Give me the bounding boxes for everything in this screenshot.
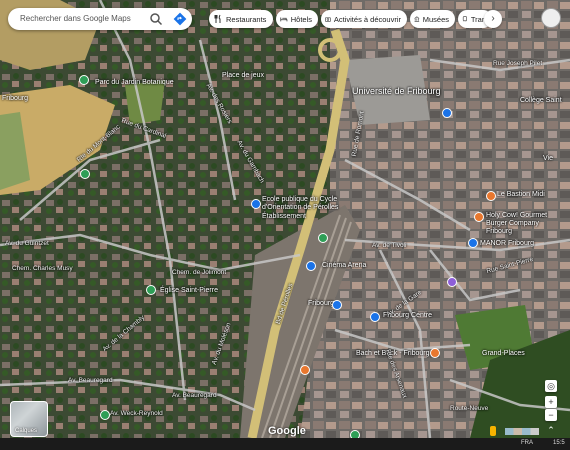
green-pin-2[interactable]	[80, 169, 90, 179]
school-sublabel: Établissement	[262, 213, 306, 220]
eglise-label: Église Saint-Pierre	[160, 287, 218, 294]
chip-museums[interactable]: Musées	[410, 10, 455, 28]
road-weck: Av. Weck-Reynold	[110, 410, 163, 417]
chip-label: Restaurants	[226, 14, 267, 24]
purple-pin[interactable]	[447, 277, 457, 287]
zoom-out-button[interactable]: −	[545, 409, 557, 421]
road-musy: Chem. Charles Musy	[12, 265, 73, 272]
taskbar: FRA 15:5	[0, 438, 570, 450]
search-icon[interactable]	[149, 12, 163, 26]
bastion-pin[interactable]	[486, 191, 496, 201]
road-jolimont: Chem. de Jolimont	[172, 269, 227, 276]
green-pin-3[interactable]	[100, 410, 110, 420]
chip-label: Musées	[422, 14, 449, 24]
centre-pin[interactable]	[370, 312, 380, 322]
language-indicator: FRA	[521, 440, 533, 446]
school-label: Ecole publique du Cycle d'Orientation de…	[262, 196, 339, 211]
cinema-label: Cinéma Arena	[322, 262, 367, 269]
fribourg-left-label: Fribourg	[2, 95, 29, 102]
restaurant-icon	[214, 14, 221, 23]
park-pin[interactable]	[79, 75, 89, 85]
holycow-pin[interactable]	[474, 212, 484, 222]
layers-button[interactable]: Calques	[10, 401, 48, 437]
playground-label: Place de jeux	[222, 72, 265, 79]
bastion-label: Le Bastion Midi	[497, 191, 545, 198]
green-pin-4[interactable]	[350, 430, 360, 438]
clock: 15:5	[553, 440, 565, 446]
zoom-in-button[interactable]: +	[545, 396, 557, 408]
transit-icon	[462, 16, 467, 22]
school-pin[interactable]	[251, 199, 261, 209]
chip-hotels[interactable]: Hôtels	[276, 10, 318, 28]
road-neuve: Route-Neuve	[450, 405, 489, 412]
chip-restaurants[interactable]: Restaurants	[209, 10, 273, 28]
satellite-map[interactable]: Université de Fribourg Ecole publique du…	[0, 0, 570, 438]
hotel-icon	[280, 17, 288, 22]
manor-pin[interactable]	[468, 238, 478, 248]
manor-label: MANOR Fribourg	[480, 240, 535, 247]
expand-icon[interactable]: ⌃	[545, 424, 557, 435]
google-logo: Google	[268, 425, 306, 437]
account-avatar[interactable]	[541, 8, 561, 28]
station-pin[interactable]	[332, 300, 342, 310]
imagery-thumbnails[interactable]	[505, 428, 539, 435]
pegman-icon[interactable]	[490, 426, 496, 436]
university-label: Université de Fribourg	[352, 86, 441, 96]
search-placeholder: Rechercher dans Google Maps	[20, 14, 131, 23]
holycow-label: Holy Cow! Gourmet Burger Company Fribour…	[486, 212, 548, 235]
parking-pin[interactable]	[442, 108, 452, 118]
my-location-icon[interactable]: ◎	[545, 380, 557, 392]
fribourg-station-label: Fribourg	[308, 300, 335, 307]
cinema-pin[interactable]	[306, 261, 316, 271]
park-label: Parc du Jardin Botanique	[95, 79, 174, 86]
restaurant-pin[interactable]	[300, 365, 310, 375]
college-label: Collège Saint	[520, 97, 562, 104]
green-pin[interactable]	[318, 233, 328, 243]
road-guintzet: Av. du Guintzet	[5, 240, 49, 247]
bach-pin[interactable]	[430, 348, 440, 358]
museum-icon	[414, 16, 420, 22]
layers-label: Calques	[15, 428, 38, 434]
chevron-right-icon[interactable]: ›	[484, 10, 502, 28]
camera-icon	[325, 17, 331, 22]
chip-activities[interactable]: Activités à découvrir	[321, 10, 407, 28]
road-beauregard: Av. Beauregard	[68, 377, 113, 384]
vie-label: Vie	[543, 155, 553, 162]
directions-icon[interactable]	[173, 12, 187, 26]
chip-label: Hôtels	[290, 14, 312, 24]
search-box[interactable]: Rechercher dans Google Maps	[8, 8, 192, 30]
road-pilet: Rue Joseph Pilet	[493, 60, 543, 67]
road-tivoli: Av. de Tivoli	[372, 242, 407, 249]
church-pin[interactable]	[146, 285, 156, 295]
chip-label: Activités à découvrir	[333, 14, 401, 24]
grand-places-label: Grand-Places	[482, 350, 525, 357]
road-beauregard-2: Av. Beauregard	[172, 392, 217, 399]
